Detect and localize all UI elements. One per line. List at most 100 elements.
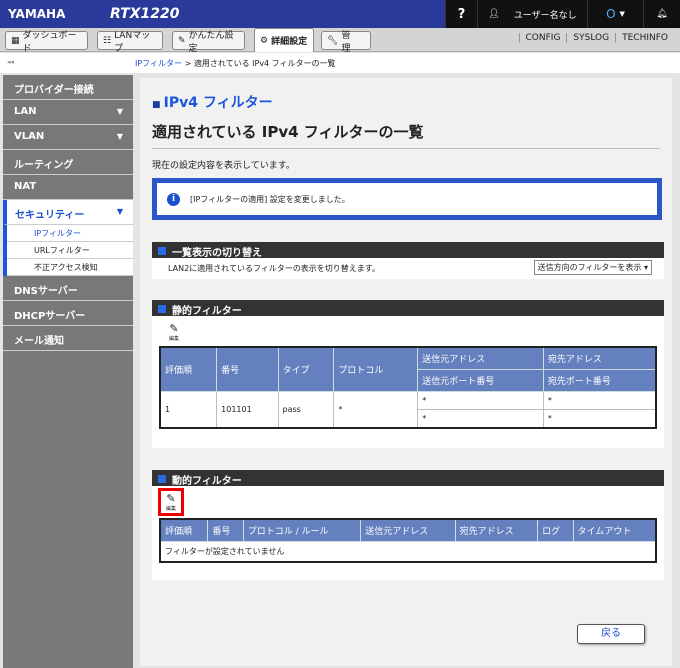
collapse-sidebar-button[interactable]: ◂◂ (7, 58, 14, 66)
edit-icon: ✎ (166, 492, 176, 505)
breadcrumb-separator: > (182, 59, 194, 68)
chevron-down-icon: ▼ (116, 132, 123, 141)
sidebar-item-mail[interactable]: メール通知 (3, 326, 133, 351)
static-filter-section: 静的フィルター ✎ 編集 評価順 番号 タイプ プロトコル 送信元アドレス 宛先アドレス 送… (152, 300, 664, 448)
label: LAN (14, 106, 37, 117)
section-title: ■ IPv4 フィルター (152, 92, 273, 112)
lan-map-icon: ☷ (103, 35, 112, 46)
info-text: [IPフィルターの適用] 設定を変更しました。 (190, 194, 350, 204)
dashboard-icon: ▦ (11, 35, 20, 46)
breadcrumb: ◂◂ IPフィルター > 適用されている IPv4 フィルターの一覧 (0, 53, 680, 73)
tab-management[interactable]: 🔧︎ 管 理 (321, 31, 371, 54)
square-icon (158, 305, 166, 313)
col-header: プロトコル (333, 346, 419, 392)
description: 現在の設定内容を表示しています。 (152, 161, 295, 171)
tab-dashboard[interactable]: ▦ ダッシュボード (5, 31, 88, 54)
square-icon: ■ (152, 100, 164, 110)
tab-label: 管 理 (341, 30, 360, 54)
back-button[interactable]: 戻る (577, 624, 645, 644)
tab-lan-map[interactable]: ☷ LANマップ (97, 31, 163, 54)
help-button[interactable]: ? (445, 0, 477, 28)
col-header: 評価順 (159, 346, 218, 392)
col-header: 番号 (207, 518, 244, 542)
tab-label: 詳細設定 (271, 37, 308, 47)
col-header: 評価順 (159, 518, 209, 542)
col-header: タイムアウト (572, 518, 657, 542)
model-name: RTX1220 (110, 6, 180, 22)
dynamic-filter-table: 評価順 番号 プロトコル / ルール 送信元アドレス 宛先アドレス ログ タイムアウト フィ… (159, 518, 657, 563)
col-header: 宛先ポート番号 (542, 369, 657, 392)
sidebar-item-dhcp[interactable]: DHCPサーバー (3, 301, 133, 326)
table-row: 1 101101 pass * * * (159, 391, 657, 429)
user-icon: 👤︎ (488, 9, 500, 19)
page-title: 適用されている IPv4 フィルターの一覧 (152, 123, 424, 141)
tab-easy-setup[interactable]: ✎ かんたん設定 (172, 31, 245, 54)
edit-button[interactable]: ✎ 編集 (158, 488, 184, 516)
sidebar-item-vlan[interactable]: VLAN ▼ (3, 125, 133, 150)
cell: * (542, 409, 657, 429)
sidebar-subitem-ip-filter[interactable]: IPフィルター (7, 225, 133, 242)
col-header: タイプ (277, 346, 335, 392)
techinfo-link[interactable]: TECHINFO (615, 33, 674, 43)
col-header: プロトコル / ルール (242, 518, 362, 542)
sidebar-subitem-url-filter[interactable]: URLフィルター (7, 242, 133, 259)
breadcrumb-current: 適用されている IPv4 フィルターの一覧 (193, 59, 336, 68)
empty-message: フィルターが設定されていません (159, 541, 657, 563)
edit-icon: ✎ (169, 322, 179, 335)
status-dropdown[interactable]: O ▼ (587, 0, 643, 28)
gear-icon: ⚙ (260, 35, 269, 46)
col-header: 宛先アドレス (454, 518, 539, 542)
content-panel: ■ IPv4 フィルター 適用されている IPv4 フィルターの一覧 現在の設定… (140, 78, 672, 666)
wrench-icon: 🔧︎ (327, 35, 339, 46)
syslog-link[interactable]: SYSLOG (566, 33, 615, 43)
edit-label: 編集 (168, 336, 179, 342)
cell: * (417, 409, 544, 429)
edit-button[interactable]: ✎ 編集 (164, 322, 184, 342)
col-header: 宛先アドレス (542, 346, 657, 370)
static-filter-table: 評価順 番号 タイプ プロトコル 送信元アドレス 宛先アドレス 送信元ポート番号 宛先ポート… (159, 346, 657, 429)
wand-icon: ✎ (178, 35, 186, 46)
select-value: 送信方向のフィルターを表示 (537, 263, 642, 272)
tab-label: ダッシュボード (22, 30, 77, 54)
section-heading: 静的フィルター (172, 305, 242, 317)
chevron-down-icon: ▼ (116, 207, 123, 216)
edit-label: 編集 (165, 506, 176, 512)
cell: pass (277, 391, 335, 429)
square-icon (158, 475, 166, 483)
col-header: ログ (537, 518, 574, 542)
dynamic-filter-section: 動的フィルター ✎ 編集 評価順 番号 プロトコル / ルール 送信元アドレス 宛先アドレ… (152, 470, 664, 580)
tab-advanced-settings[interactable]: ⚙ 詳細設定 (254, 28, 314, 52)
cell: * (417, 391, 544, 410)
sidebar-item-nat[interactable]: NAT (3, 175, 133, 200)
cell: * (542, 391, 657, 410)
bell-icon[interactable]: 🔔︎ (643, 0, 680, 28)
section-title-text: IPv4 フィルター (163, 95, 273, 111)
section-heading: 動的フィルター (172, 475, 242, 487)
col-header: 送信元ポート番号 (417, 369, 544, 392)
chevron-down-icon: ▼ (619, 10, 625, 18)
switch-section: 一覧表示の切り替え LAN2に適用されているフィルターの表示を切り替えます。 送… (152, 242, 664, 279)
direction-select[interactable]: 送信方向のフィルターを表示 ▾ (533, 260, 652, 275)
square-icon (158, 247, 166, 255)
sidebar-item-dns[interactable]: DNSサーバー (3, 276, 133, 301)
tab-label: かんたん設定 (188, 30, 234, 54)
sidebar-subitem-intrusion-detection[interactable]: 不正アクセス検知 (7, 259, 133, 276)
cell: 1 (159, 391, 218, 429)
cell: 101101 (216, 391, 279, 429)
col-header: 送信元アドレス (417, 346, 544, 370)
sidebar-item-provider[interactable]: プロバイダー接続 (3, 75, 133, 100)
sidebar-item-lan[interactable]: LAN ▼ (3, 100, 133, 125)
section-heading: 一覧表示の切り替え (172, 247, 262, 259)
table-row: フィルターが設定されていません (159, 541, 657, 563)
sidebar-item-routing[interactable]: ルーティング (3, 150, 133, 175)
label: セキュリティー (15, 210, 85, 221)
sidebar-item-security[interactable]: セキュリティー ▼ (3, 200, 133, 225)
col-header: 送信元アドレス (360, 518, 456, 542)
config-link[interactable]: CONFIG (518, 33, 567, 43)
label: VLAN (14, 131, 45, 142)
switch-text: LAN2に適用されているフィルターの表示を切り替えます。 (168, 264, 380, 273)
user-menu[interactable]: 👤︎ ユーザー名なし (477, 0, 587, 28)
breadcrumb-link[interactable]: IPフィルター (135, 59, 182, 68)
tab-label: LANマップ (114, 30, 151, 54)
status-icon: O (606, 7, 616, 21)
